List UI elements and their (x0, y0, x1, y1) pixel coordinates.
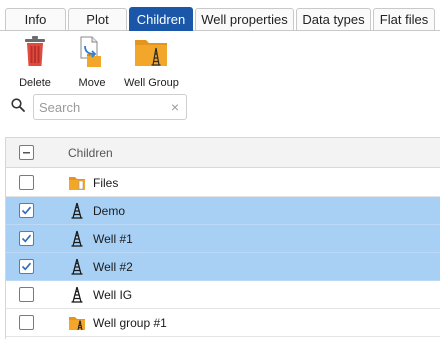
row-label: Well group #1 (93, 316, 167, 330)
well-derrick-icon (68, 202, 86, 220)
table-row[interactable]: Demo (6, 197, 440, 225)
column-header-children: Children (68, 146, 113, 160)
move-file-icon (74, 36, 110, 71)
row-checkbox[interactable] (19, 231, 34, 246)
row-label: Files (93, 176, 119, 190)
well-group-button[interactable]: Well Group (124, 36, 179, 89)
delete-label: Delete (19, 77, 51, 89)
well-derrick-icon (68, 286, 86, 304)
tab-children[interactable]: Children (129, 7, 193, 31)
row-label: Demo (93, 204, 126, 218)
tab-flat-files[interactable]: Flat files (373, 8, 435, 31)
tab-data-types[interactable]: Data types (296, 8, 371, 31)
well-derrick-icon (68, 230, 86, 248)
search-field: × (33, 94, 187, 120)
row-label: Well #1 (93, 232, 133, 246)
tab-bar: Info Plot Children Well properties Data … (0, 0, 440, 31)
tab-plot[interactable]: Plot (68, 8, 127, 31)
search-button[interactable] (7, 95, 29, 119)
well-group-folder-icon (124, 36, 178, 71)
table-row[interactable]: Well #1 (6, 225, 440, 253)
search-input[interactable] (39, 97, 164, 117)
trash-icon (15, 36, 55, 71)
row-checkbox[interactable] (19, 203, 34, 218)
move-label: Move (78, 77, 106, 89)
well-derrick-icon (68, 258, 86, 276)
table-row[interactable]: Well group #1 (6, 309, 440, 337)
search-icon (11, 97, 25, 117)
select-all-checkbox[interactable] (19, 145, 34, 160)
row-checkbox[interactable] (19, 315, 34, 330)
row-label: Well #2 (93, 260, 133, 274)
table-row[interactable]: Well IG (6, 281, 440, 309)
indeterminate-icon (23, 152, 30, 154)
checkmark-icon (21, 234, 32, 243)
table-row[interactable]: Files (6, 169, 440, 197)
well-group-folder-icon (68, 314, 86, 332)
move-button[interactable]: Move (74, 36, 110, 89)
checkmark-icon (21, 262, 32, 271)
row-checkbox[interactable] (19, 287, 34, 302)
delete-button[interactable]: Delete (15, 36, 55, 89)
clear-search-icon[interactable]: × (171, 99, 179, 115)
tab-info[interactable]: Info (5, 8, 66, 31)
row-checkbox[interactable] (19, 175, 34, 190)
table-header: Children (6, 138, 440, 168)
well-group-label: Well Group (124, 77, 179, 89)
checkmark-icon (21, 206, 32, 215)
row-label: Well IG (93, 288, 133, 302)
children-table: Children Files Demo Well #1 Well #2 Well… (5, 137, 440, 339)
row-checkbox[interactable] (19, 259, 34, 274)
tab-well-properties[interactable]: Well properties (195, 8, 294, 31)
table-row[interactable]: Well #2 (6, 253, 440, 281)
folder-icon (68, 174, 86, 192)
